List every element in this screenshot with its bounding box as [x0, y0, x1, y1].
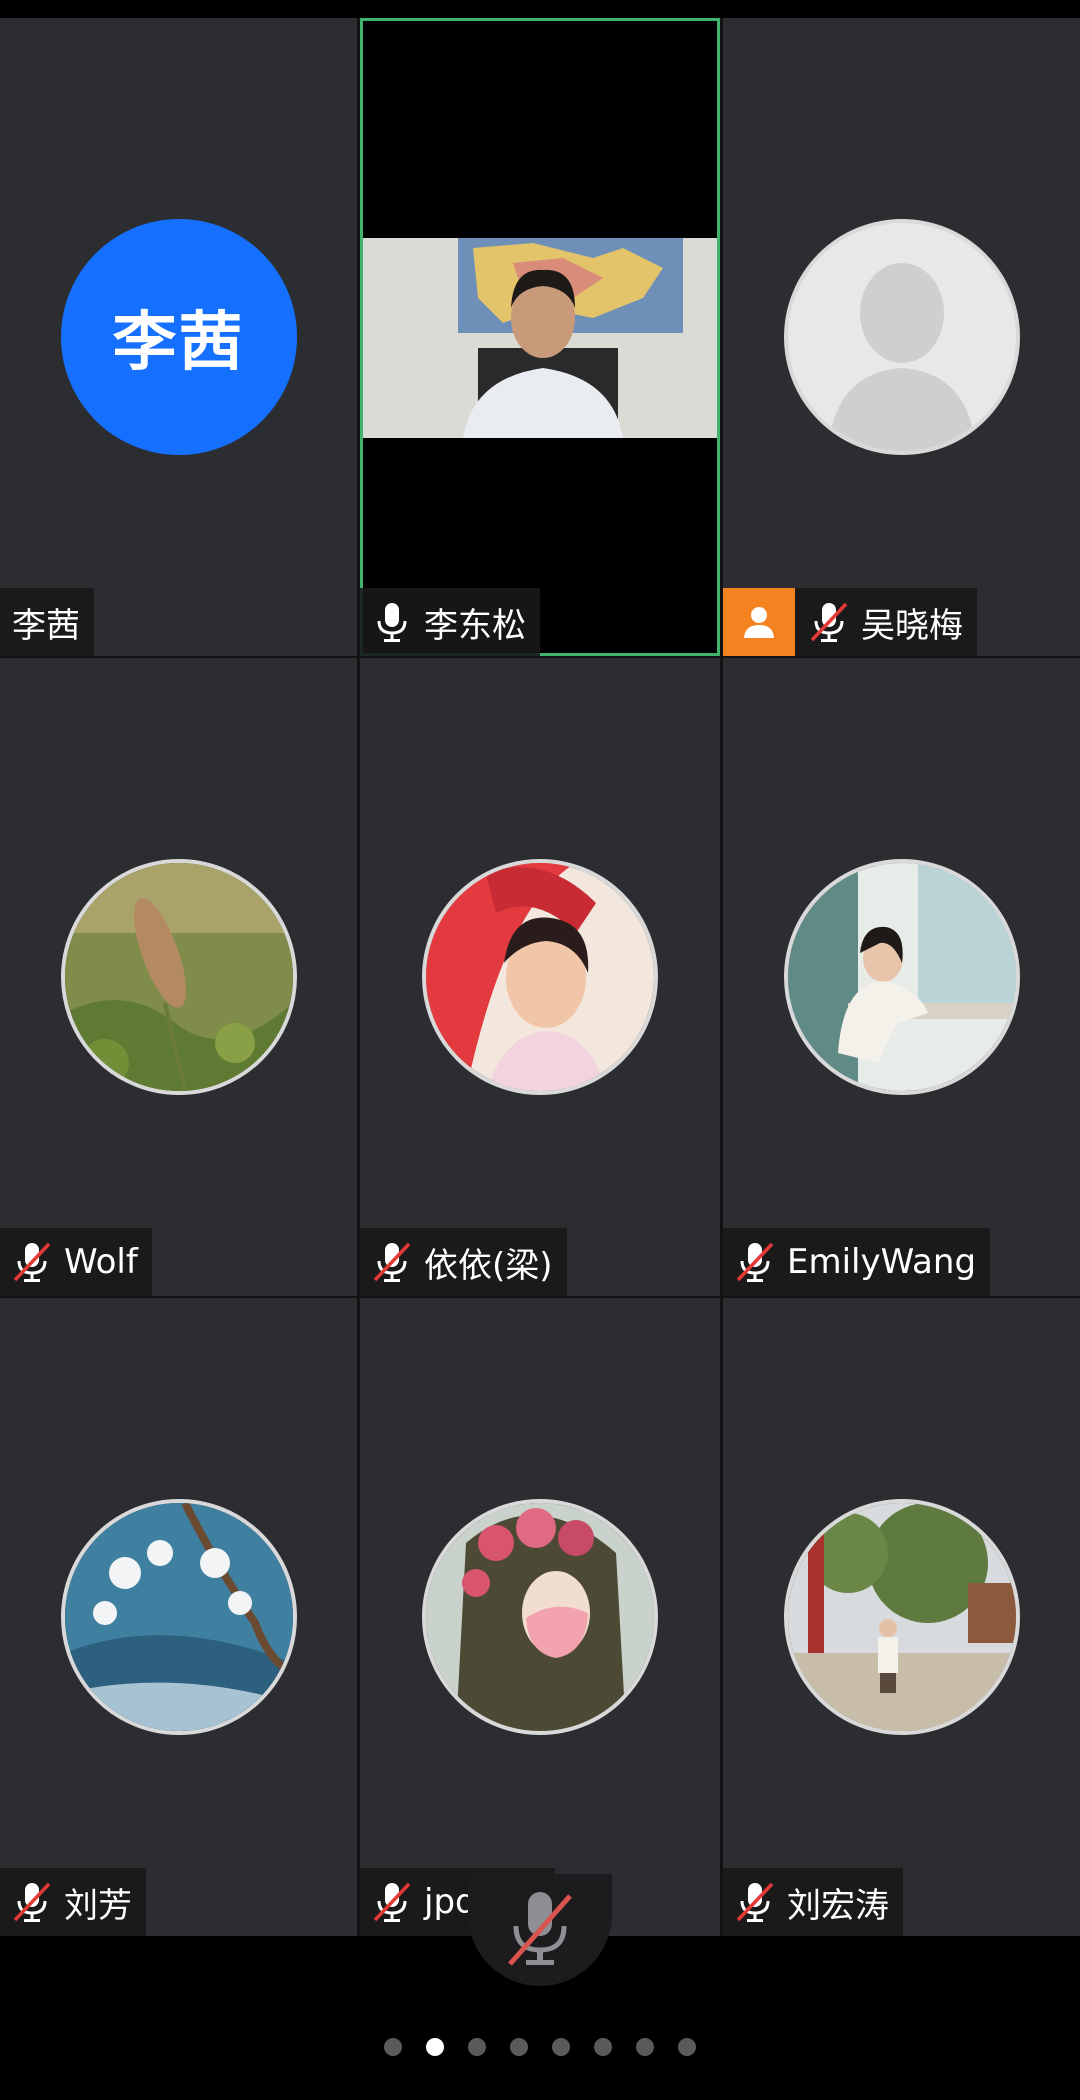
participant-name: 李茜 [12, 605, 80, 646]
name-label: 李东松 [360, 588, 540, 656]
name-label: 依依(梁) [360, 1228, 567, 1296]
participant-name: 刘芳 [64, 1885, 132, 1926]
page-dot-1[interactable] [384, 2038, 402, 2056]
video-frame [363, 238, 717, 438]
muted-mic-icon [13, 1882, 51, 1922]
muted-mic-icon [736, 1882, 774, 1922]
page-dot-5[interactable] [552, 2038, 570, 2056]
park-photo [787, 1503, 1016, 1731]
girl-umbrella-photo [426, 863, 654, 1091]
participant-grid: 李茜 李茜 李东松 吴晓梅 Wolf 依依(梁) EmilyWang 刘芳 刘宏… [0, 18, 1080, 1936]
participant-name: EmilyWang [787, 1242, 977, 1282]
muted-mic-icon [373, 1242, 411, 1282]
name-label: 吴晓梅 [723, 588, 977, 656]
video-feed [363, 21, 717, 653]
participant-name: 刘宏涛 [787, 1885, 889, 1926]
mic-icon [377, 603, 407, 642]
participant-tile-5[interactable]: 依依(梁) [360, 658, 720, 1296]
name-label: 李茜 [0, 588, 94, 656]
page-dot-7[interactable] [636, 2038, 654, 2056]
participant-tile-8[interactable]: jpduan [360, 1298, 720, 1936]
participant-name: 李东松 [424, 605, 526, 646]
participant-name: 吴晓梅 [861, 605, 963, 646]
participant-tile-9[interactable]: 刘宏涛 [723, 1298, 1080, 1936]
participant-tile-2-active-speaker[interactable]: 李东松 [360, 18, 720, 656]
muted-mic-icon [13, 1242, 51, 1282]
page-dot-6[interactable] [594, 2038, 612, 2056]
page-dot-4[interactable] [510, 2038, 528, 2056]
name-label: EmilyWang [723, 1228, 991, 1296]
page-dot-3[interactable] [468, 2038, 486, 2056]
photo-avatar [60, 859, 297, 1095]
participant-tile-1[interactable]: 李茜 李茜 [0, 18, 357, 656]
flower-crown-photo [426, 1503, 654, 1731]
person-silhouette-icon [827, 263, 976, 451]
muted-mic-icon [508, 1892, 572, 1966]
participant-name: 依依(梁) [424, 1245, 553, 1286]
woman-writing-photo [787, 863, 1016, 1091]
photo-avatar [783, 1499, 1020, 1735]
status-strip [0, 0, 1080, 18]
participant-tile-7[interactable]: 刘芳 [0, 1298, 357, 1936]
initials-avatar: 李茜 [60, 219, 297, 455]
avatar-initials: 李茜 [112, 306, 245, 380]
muted-mic-icon [810, 602, 848, 642]
participant-tile-3[interactable]: 吴晓梅 [723, 18, 1080, 656]
video-picture [363, 238, 717, 438]
name-label: Wolf [0, 1228, 152, 1296]
photo-avatar [60, 1499, 297, 1735]
page-dot-2[interactable] [426, 2038, 444, 2056]
photo-avatar [783, 859, 1020, 1095]
participant-name: Wolf [64, 1242, 138, 1282]
name-label: 刘芳 [0, 1868, 146, 1936]
name-label: 刘宏涛 [723, 1868, 903, 1936]
page-indicator [0, 2038, 1080, 2056]
photo-avatar [422, 1499, 658, 1735]
muted-mic-icon [736, 1242, 774, 1282]
participant-tile-6[interactable]: EmilyWang [723, 658, 1080, 1296]
grass-photo [64, 863, 293, 1091]
blossoms-photo [64, 1503, 293, 1731]
page-dot-8[interactable] [678, 2038, 696, 2056]
participant-tile-4[interactable]: Wolf [0, 658, 357, 1296]
host-badge [723, 588, 795, 656]
photo-avatar [422, 859, 658, 1095]
muted-mic-icon [373, 1882, 411, 1922]
person-icon [744, 607, 774, 638]
default-avatar [783, 219, 1020, 455]
